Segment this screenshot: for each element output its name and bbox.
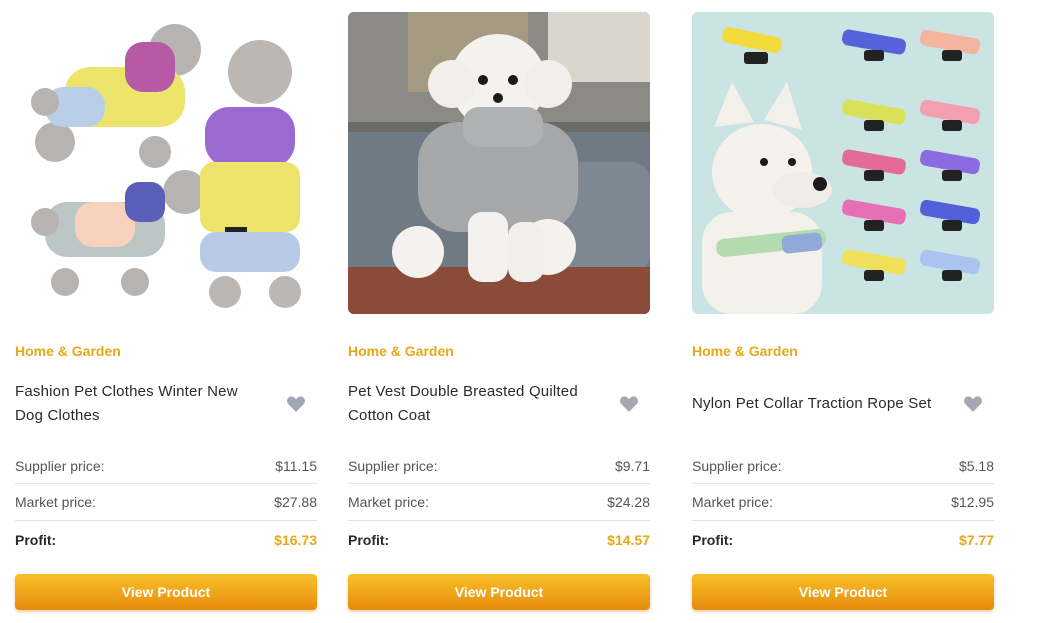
heart-icon[interactable] [964, 396, 982, 412]
supplier-price-value: $9.71 [614, 457, 650, 474]
view-product-button[interactable]: View Product [692, 574, 994, 610]
product-category[interactable]: Home & Garden [15, 343, 317, 359]
supplier-price-value: $11.15 [275, 457, 317, 474]
market-price-label: Market price: [348, 494, 429, 510]
product-title[interactable]: Pet Vest Double Breasted Quilted Cotton … [348, 380, 598, 428]
view-product-button[interactable]: View Product [348, 574, 650, 610]
market-price-label: Market price: [15, 494, 96, 510]
market-price-label: Market price: [692, 494, 773, 510]
heart-icon[interactable] [287, 396, 305, 412]
supplier-price-row: Supplier price: $11.15 [15, 448, 317, 484]
profit-label: Profit: [15, 531, 57, 548]
product-title[interactable]: Fashion Pet Clothes Winter New Dog Cloth… [15, 380, 265, 428]
supplier-price-row: Supplier price: $9.71 [348, 448, 650, 484]
profit-value: $16.73 [274, 531, 317, 548]
price-table: Supplier price: $11.15 Market price: $27… [15, 448, 317, 558]
product-title[interactable]: Nylon Pet Collar Traction Rope Set [692, 392, 942, 416]
market-price-value: $12.95 [951, 494, 994, 510]
profit-row: Profit: $16.73 [15, 521, 317, 558]
poodle-clothes-image [15, 12, 317, 314]
dog-coat-image [348, 12, 650, 314]
supplier-price-value: $5.18 [958, 457, 994, 474]
market-price-row: Market price: $12.95 [692, 484, 994, 521]
profit-row: Profit: $7.77 [692, 521, 994, 558]
product-image[interactable] [692, 12, 994, 314]
supplier-price-label: Supplier price: [15, 457, 105, 474]
product-image[interactable] [348, 12, 650, 314]
supplier-price-label: Supplier price: [692, 457, 782, 474]
product-card: Home & Garden Pet Vest Double Breasted Q… [348, 12, 650, 610]
market-price-row: Market price: $24.28 [348, 484, 650, 521]
price-table: Supplier price: $5.18 Market price: $12.… [692, 448, 994, 558]
product-card: Home & Garden Fashion Pet Clothes Winter… [15, 12, 317, 610]
product-card: Home & Garden Nylon Pet Collar Traction … [692, 12, 994, 610]
supplier-price-label: Supplier price: [348, 457, 438, 474]
heart-icon[interactable] [620, 396, 638, 412]
supplier-price-row: Supplier price: $5.18 [692, 448, 994, 484]
dog-collar-image [692, 12, 994, 314]
profit-value: $14.57 [607, 531, 650, 548]
product-category[interactable]: Home & Garden [348, 343, 650, 359]
market-price-value: $24.28 [607, 494, 650, 510]
market-price-row: Market price: $27.88 [15, 484, 317, 521]
product-category[interactable]: Home & Garden [692, 343, 994, 359]
view-product-button[interactable]: View Product [15, 574, 317, 610]
product-image[interactable] [15, 12, 317, 314]
profit-label: Profit: [692, 531, 734, 548]
market-price-value: $27.88 [274, 494, 317, 510]
profit-row: Profit: $14.57 [348, 521, 650, 558]
profit-label: Profit: [348, 531, 390, 548]
profit-value: $7.77 [958, 531, 994, 548]
price-table: Supplier price: $9.71 Market price: $24.… [348, 448, 650, 558]
